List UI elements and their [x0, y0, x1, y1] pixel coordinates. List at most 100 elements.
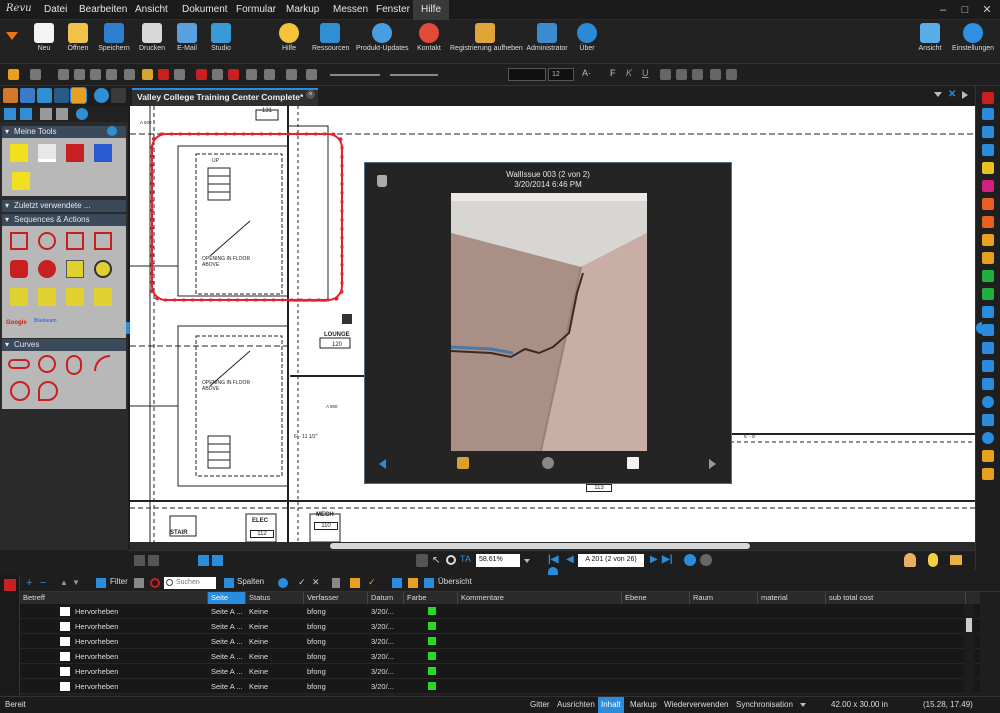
seq-pentagon-icon[interactable]: [94, 232, 112, 250]
filter-icon[interactable]: [96, 578, 106, 588]
markups-list-tab-icon[interactable]: [4, 579, 16, 591]
redo-icon[interactable]: [30, 69, 41, 80]
unregister-button[interactable]: Registrierung aufheben: [450, 22, 523, 62]
image-markup-pin-icon[interactable]: [342, 314, 352, 324]
image-tool-icon[interactable]: [982, 234, 994, 246]
pan-hand-icon[interactable]: [416, 554, 428, 567]
seq-yellow-hexagon-icon[interactable]: [66, 288, 84, 306]
col-layer[interactable]: Ebene: [622, 592, 690, 604]
user-icon[interactable]: [904, 553, 916, 567]
print-button[interactable]: Drucken: [136, 22, 168, 62]
col-room[interactable]: Raum: [690, 592, 758, 604]
underline-icon[interactable]: U: [642, 68, 649, 78]
copy-icon[interactable]: [74, 69, 85, 80]
status-check-icon[interactable]: ✓: [298, 577, 306, 588]
align-right-icon[interactable]: [692, 69, 703, 80]
panel-more-icon[interactable]: [111, 88, 126, 103]
highlight-icon[interactable]: [142, 69, 153, 80]
seq-circle-icon[interactable]: [38, 232, 56, 250]
import-icon[interactable]: [332, 578, 340, 588]
line-tool-icon[interactable]: [982, 306, 994, 318]
line-style-preview[interactable]: [330, 74, 380, 76]
status-markup-toggle[interactable]: Markup: [627, 697, 660, 713]
settings-gear-icon[interactable]: [350, 578, 360, 588]
opacity-icon[interactable]: [286, 69, 297, 80]
toolchest-tab-icon[interactable]: [70, 87, 87, 104]
arc-tool-icon[interactable]: [982, 360, 994, 372]
status-x-icon[interactable]: ✕: [312, 577, 320, 588]
col-status[interactable]: Status: [246, 592, 304, 604]
hand-icon[interactable]: [124, 69, 135, 80]
toolchest-settings-icon[interactable]: [76, 108, 88, 120]
select-text-icon[interactable]: TA: [460, 554, 471, 564]
menu-datei[interactable]: Datei: [36, 0, 75, 20]
no-filter-icon[interactable]: [150, 578, 160, 588]
help-button[interactable]: Hilfe: [274, 22, 304, 62]
split-vertical-icon[interactable]: [198, 555, 209, 566]
overview-icon[interactable]: [424, 578, 434, 588]
overview-button[interactable]: Übersicht: [438, 577, 472, 586]
font-family-field[interactable]: [508, 68, 546, 81]
horizontal-scrollbar[interactable]: [130, 542, 975, 550]
section-sequences-actions[interactable]: Sequences & Actions: [2, 214, 126, 226]
rectangle-tool-icon[interactable]: [212, 69, 223, 80]
table-row[interactable]: Hervorheben Seite A ... Keine bfong 3/20…: [20, 634, 980, 649]
list-settings-icon[interactable]: [278, 578, 288, 588]
single-page-icon[interactable]: [134, 555, 145, 566]
sketch-icon[interactable]: [982, 252, 994, 264]
menu-formular[interactable]: Formular: [228, 0, 284, 20]
columns-icon[interactable]: [224, 578, 234, 588]
stamp-icon[interactable]: [982, 216, 994, 228]
eraser-icon[interactable]: [982, 198, 994, 210]
email-button[interactable]: E-Mail: [172, 22, 202, 62]
menu-markup[interactable]: Markup: [278, 0, 327, 20]
line-color-icon[interactable]: [264, 69, 275, 80]
align-middle-icon[interactable]: [726, 69, 737, 80]
arrow-tool-icon[interactable]: [982, 324, 994, 336]
view-button[interactable]: Ansicht: [914, 22, 946, 62]
seq-triangle-icon[interactable]: [66, 232, 84, 250]
highlighter-icon[interactable]: [982, 180, 994, 192]
about-button[interactable]: Über: [574, 22, 600, 62]
status-snap-toggle[interactable]: Ausrichten: [554, 697, 598, 713]
seq-yellow-pentagon-icon[interactable]: [38, 288, 56, 306]
product-updates-button[interactable]: Produkt-Updates: [356, 22, 409, 62]
new-button[interactable]: Neu: [30, 22, 58, 62]
export-image-icon[interactable]: [627, 457, 639, 469]
resources-button[interactable]: Ressourcen: [312, 22, 349, 62]
administrator-button[interactable]: Administrator: [526, 22, 568, 62]
trash-icon[interactable]: [377, 175, 387, 187]
maximize-icon[interactable]: □: [954, 0, 976, 20]
seq-yellow-circle-icon[interactable]: [94, 260, 112, 278]
col-comments[interactable]: Kommentare: [458, 592, 622, 604]
ellipse-tool-icon[interactable]: [982, 396, 994, 408]
zoom-icon[interactable]: [446, 555, 456, 565]
undo-icon[interactable]: [8, 69, 19, 80]
callout-icon[interactable]: [982, 450, 994, 462]
cut-icon[interactable]: [58, 69, 69, 80]
polygon-tool-icon[interactable]: [982, 378, 994, 390]
pen-tool-icon[interactable]: [228, 69, 239, 80]
next-view-icon[interactable]: [700, 554, 712, 566]
menu-dokument[interactable]: Dokument: [174, 0, 236, 20]
rectangle-shape-icon[interactable]: [982, 414, 994, 426]
align-left-icon[interactable]: [660, 69, 671, 80]
col-author[interactable]: Verfasser: [304, 592, 368, 604]
columns-button[interactable]: Spalten: [237, 577, 264, 586]
table-row[interactable]: Hervorheben Seite A ... Keine bfong 3/20…: [20, 604, 980, 619]
table-row[interactable]: Hervorheben Seite A ... Keine bfong 3/20…: [20, 664, 980, 679]
bottom-panel-handle[interactable]: [548, 567, 558, 575]
italic-icon[interactable]: K: [626, 68, 632, 78]
zoom-field[interactable]: 58.61%: [476, 554, 520, 567]
camera-icon[interactable]: [542, 457, 554, 469]
status-grid-toggle[interactable]: Gitter: [527, 697, 553, 713]
add-markup-icon[interactable]: +: [26, 577, 32, 589]
close-panel-icon[interactable]: [982, 92, 994, 104]
close-document-icon[interactable]: ✕: [948, 89, 956, 100]
text-tool-icon[interactable]: [982, 108, 994, 120]
tab-list-dropdown-icon[interactable]: [934, 92, 942, 97]
places-tab-icon[interactable]: [94, 88, 109, 103]
note-icon[interactable]: [982, 144, 994, 156]
select-arrow-icon[interactable]: ↖: [432, 555, 440, 566]
col-subject[interactable]: Betreff: [20, 592, 208, 604]
